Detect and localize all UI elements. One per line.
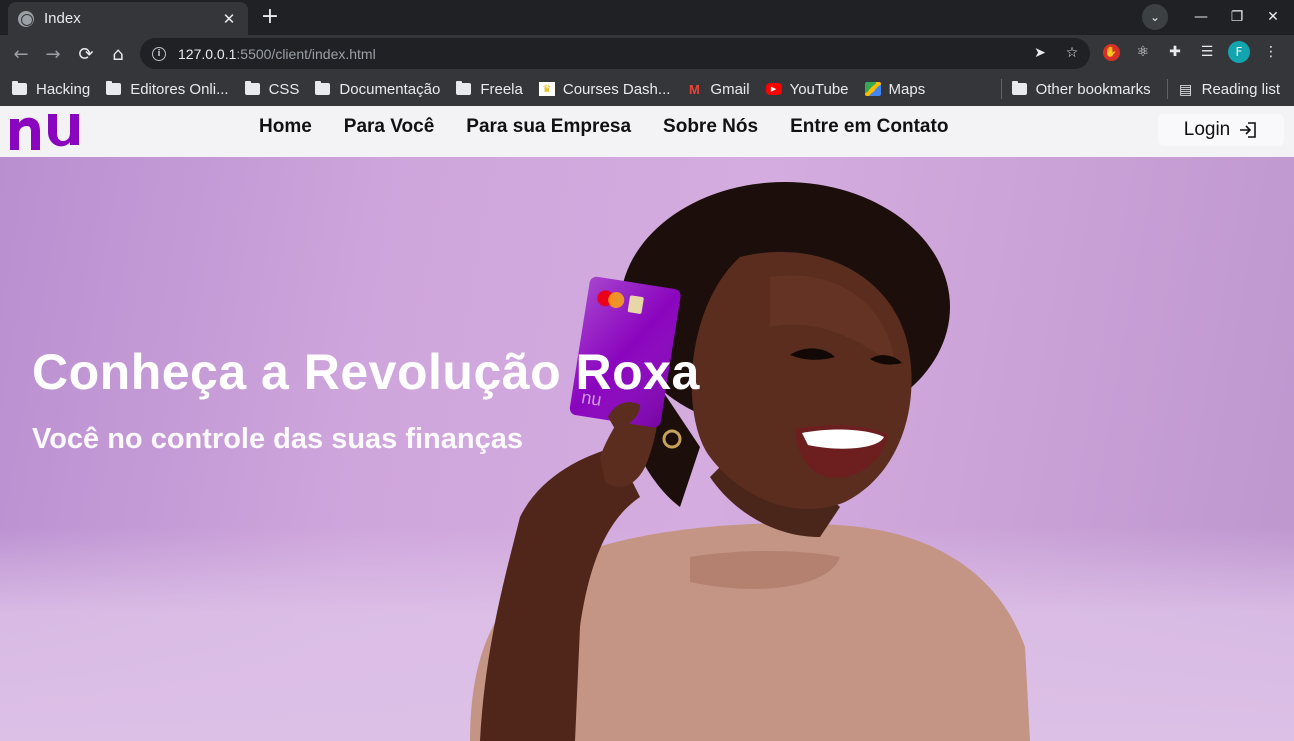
bookmark-gmail[interactable]: M Gmail [686,80,750,98]
bookmark-maps[interactable]: Maps [864,80,926,98]
bookmark-label: Maps [888,80,926,98]
browser-toolbar: ← → ⟳ ⌂ i 127.0.0.1:5500/client/index.ht… [0,35,1294,72]
bookmark-separator [1166,79,1168,99]
courses-icon: ♛ [538,82,555,96]
folder-icon [106,81,122,95]
react-devtools-icon[interactable]: ⚛ [1132,41,1154,63]
bookmark-courses[interactable]: ♛ Courses Dash... [538,80,671,98]
window-controls: ⌄ — ❐ ✕ [1142,4,1286,30]
site-info-icon[interactable]: i [152,46,166,61]
bookmark-label: CSS [268,80,300,98]
site-navbar: Home Para Você Para sua Empresa Sobre Nó… [0,106,1294,157]
other-bookmarks-label: Other bookmarks [1035,80,1151,98]
back-button[interactable]: ← [8,41,34,67]
bookmark-freela[interactable]: Freela [456,81,523,98]
url-text: 127.0.0.1:5500/client/index.html [178,46,376,62]
maps-icon [864,82,881,96]
reading-list[interactable]: ▤ Reading list [1178,81,1280,98]
gmail-icon: M [688,81,700,97]
nav-entre-em-contato[interactable]: Entre em Contato [790,116,948,138]
bookmark-label: Editores Onli... [130,80,229,98]
youtube-icon: ▶ [765,83,782,95]
extensions-puzzle-icon[interactable]: ✚ [1164,41,1186,63]
bookmark-documentacao[interactable]: Documentação [315,81,440,98]
tab-title: Index [44,10,81,27]
url-path: :5500/client/index.html [236,45,376,62]
hero-subtitle: Você no controle das suas finanças [32,423,524,455]
bookmark-hacking[interactable]: Hacking [12,81,90,98]
address-bar[interactable]: i 127.0.0.1:5500/client/index.html ➤ ☆ [140,38,1090,69]
nav-sobre-nos[interactable]: Sobre Nós [663,116,758,138]
tab-search-button[interactable]: ⌄ [1142,4,1168,30]
folder-icon [244,81,260,95]
send-icon[interactable]: ➤ [1030,43,1050,63]
profile-avatar[interactable]: F [1228,41,1250,63]
other-bookmarks[interactable]: Other bookmarks [1011,80,1151,98]
bookmark-label: Documentação [339,80,441,98]
minimize-button[interactable]: — [1188,4,1214,30]
bookmark-label: Gmail [710,80,750,98]
bookmark-star-icon[interactable]: ☆ [1062,43,1082,63]
login-button[interactable]: Login [1158,114,1284,146]
globe-icon [18,10,34,27]
menu-kebab-icon[interactable]: ⋮ [1260,41,1282,63]
bookmark-label: Hacking [36,80,91,98]
folder-icon [12,81,27,95]
restore-button[interactable]: ❐ [1224,4,1250,30]
home-button[interactable]: ⌂ [105,41,131,67]
bookmarks-bar: Hacking Editores Onli... CSS Documentaçã… [0,72,1294,106]
adblock-extension-icon[interactable]: ✋ [1100,41,1122,63]
url-host: 127.0.0.1 [178,45,237,62]
browser-tab[interactable]: Index ✕ [8,2,248,35]
new-tab-button[interactable]: + [257,5,283,31]
bookmark-css[interactable]: CSS [244,80,300,98]
nav-para-voce[interactable]: Para Você [344,116,434,138]
bookmark-label: YouTube [789,80,849,98]
hero-woman-holding-card-image: nu [470,182,1030,741]
reload-button[interactable]: ⟳ [73,41,99,67]
bookmark-label: Freela [480,80,523,98]
folder-icon [456,81,472,95]
profile-initial: F [1228,41,1250,63]
folder-icon [315,81,331,95]
main-menu: Home Para Você Para sua Empresa Sobre Nó… [259,116,948,138]
bookmark-separator [1000,79,1002,99]
extensions-area: ✋ ⚛ ✚ ☰ F ⋮ [1100,41,1282,63]
hero-title: Conheça a Revolução Roxa [32,344,700,400]
reading-list-icon: ▤ [1178,80,1193,97]
bookmark-label: Courses Dash... [562,80,671,98]
forward-button[interactable]: → [40,41,66,67]
close-window-button[interactable]: ✕ [1260,4,1286,30]
reading-list-label: Reading list [1201,80,1280,98]
web-page: Home Para Você Para sua Empresa Sobre Nó… [0,106,1294,741]
close-tab-icon[interactable]: ✕ [220,10,238,28]
nav-para-sua-empresa[interactable]: Para sua Empresa [466,116,631,138]
bookmark-youtube[interactable]: ▶ YouTube [765,80,849,98]
hero-banner: nu Conheça a Revolução Roxa Você no cont… [0,157,1294,741]
bookmark-editores[interactable]: Editores Onli... [106,80,229,98]
nav-home[interactable]: Home [259,116,312,138]
media-control-icon[interactable]: ☰ [1196,41,1218,63]
folder-icon [1011,81,1027,95]
nubank-logo[interactable] [8,113,82,151]
tab-strip: Index ✕ + ⌄ — ❐ ✕ [0,0,1294,35]
login-label: Login [1183,119,1231,140]
login-icon [1240,122,1257,138]
